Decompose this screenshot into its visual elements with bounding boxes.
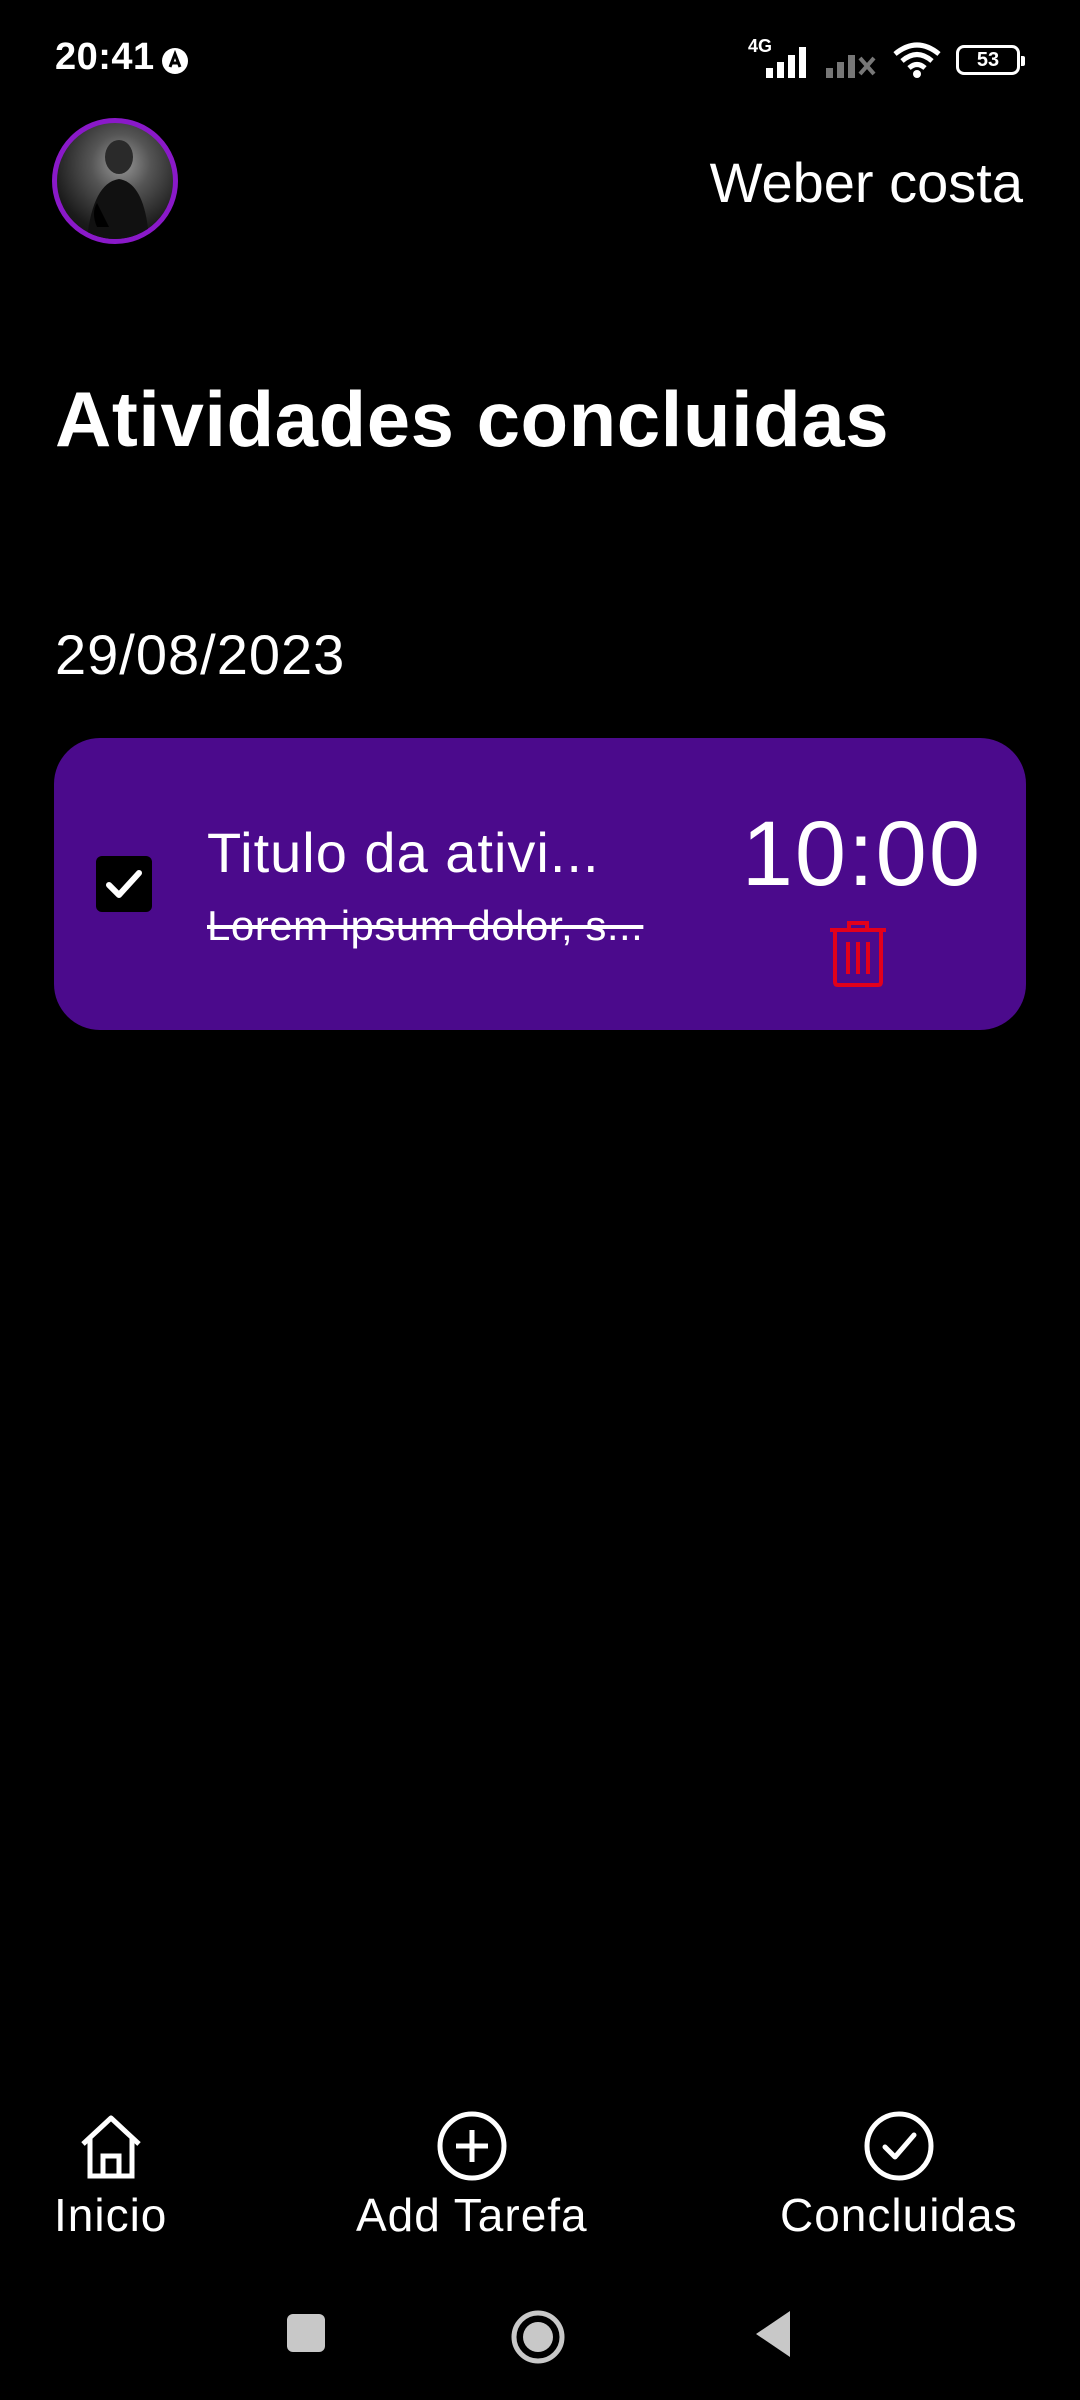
recent-apps-button[interactable]	[286, 2313, 326, 2353]
page-title: Atividades concluidas	[55, 375, 890, 463]
nav-label-add-tarefa: Add Tarefa	[356, 2189, 588, 2241]
wifi-icon	[893, 42, 941, 78]
status-icons: 4G 53	[748, 36, 1025, 82]
task-description: Lorem ipsum dolor, s...	[207, 902, 644, 949]
avatar-image	[87, 140, 149, 239]
battery-level: 53	[976, 48, 1000, 71]
task-checkbox[interactable]	[96, 856, 152, 912]
task-card[interactable]: Titulo da ativi... Lorem ipsum dolor, s.…	[54, 738, 1026, 1030]
network-type-label: 4G	[748, 36, 773, 56]
home-system-button[interactable]	[510, 2309, 566, 2365]
battery-icon: 53	[956, 45, 1025, 75]
check-circle-icon	[864, 2111, 934, 2181]
nav-label-concluidas: Concluidas	[780, 2189, 1018, 2241]
nav-item-inicio[interactable]: Inicio	[54, 2110, 167, 2242]
checkmark-icon	[106, 870, 142, 898]
status-time: 20:41	[55, 36, 155, 78]
nav-item-concluidas[interactable]: Concluidas	[780, 2110, 1018, 2242]
avatar[interactable]	[52, 118, 178, 244]
task-title: Titulo da ativi...	[207, 821, 600, 884]
trash-icon	[830, 921, 886, 987]
system-nav-bar	[0, 2295, 1080, 2375]
group-date: 29/08/2023	[55, 623, 346, 686]
home-icon	[80, 2115, 141, 2179]
status-bar: 20:41 4G 53	[0, 0, 1080, 120]
nav-item-add-tarefa[interactable]: Add Tarefa	[356, 2110, 588, 2242]
plus-circle-icon	[437, 2111, 507, 2181]
task-time: 10:00	[741, 803, 982, 905]
bottom-nav: Inicio Add Tarefa Concluidas	[0, 2110, 1080, 2260]
app-notification-icon	[162, 48, 188, 74]
signal-no-service-icon	[826, 55, 876, 78]
nav-label-inicio: Inicio	[54, 2189, 168, 2241]
user-name: Weber costa	[709, 151, 1023, 214]
back-system-button[interactable]	[752, 2309, 794, 2359]
delete-task-button[interactable]	[827, 920, 889, 988]
